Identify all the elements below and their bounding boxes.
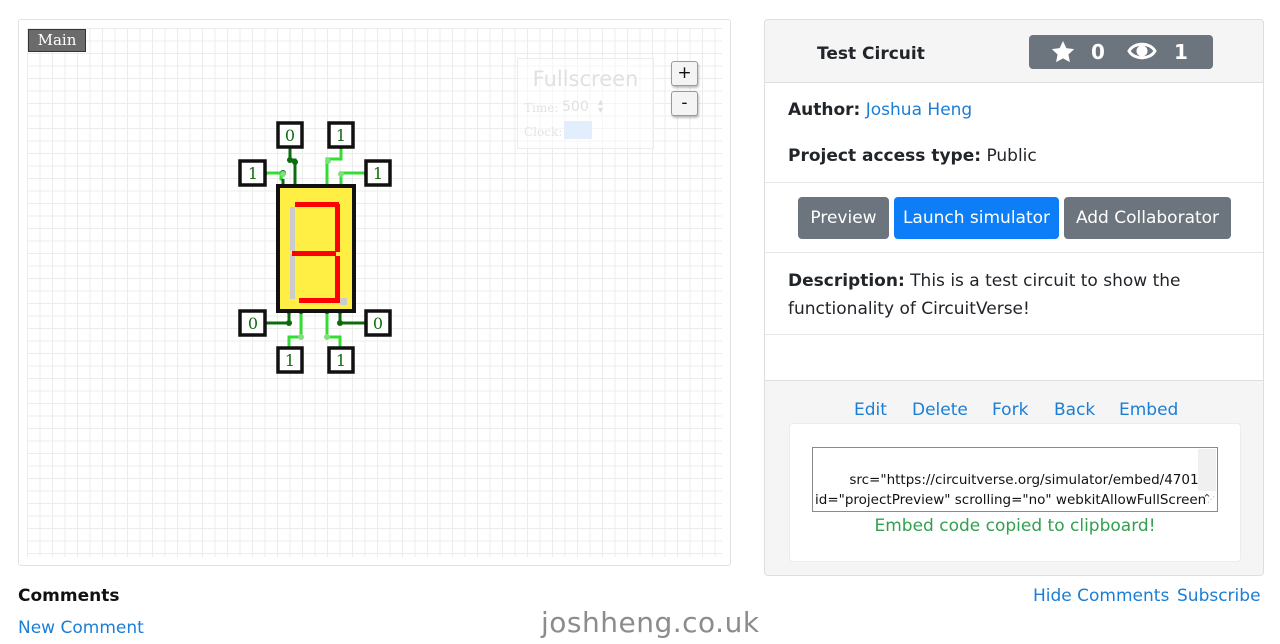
circuit-diagram: 0 1 1 1 0 0 1 1 <box>238 121 392 374</box>
segment-c <box>335 256 340 302</box>
embed-link[interactable]: Embed <box>1119 400 1178 420</box>
resize-grip-icon[interactable]: ⋰ <box>1207 490 1215 510</box>
wire <box>325 146 343 186</box>
input-value: 1 <box>248 164 258 183</box>
new-comment-link[interactable]: New Comment <box>18 618 144 638</box>
launch-simulator-button[interactable]: Launch simulator <box>894 197 1059 239</box>
subscribe-link[interactable]: Subscribe <box>1177 586 1261 606</box>
author-link[interactable]: Joshua Heng <box>866 100 972 120</box>
segment-e <box>290 254 295 299</box>
wire-node <box>325 158 331 164</box>
project-stats-badge: 0 1 <box>1029 35 1213 69</box>
input-value: 1 <box>336 351 346 370</box>
wire-node <box>324 334 330 340</box>
project-buttons: Preview Launch simulator Add Collaborato… <box>765 183 1263 253</box>
add-collaborator-button[interactable]: Add Collaborator <box>1064 197 1231 239</box>
watermark: joshheng.co.uk <box>541 606 760 639</box>
segment-f <box>290 207 295 251</box>
hide-comments-link[interactable]: Hide Comments <box>1033 586 1169 606</box>
author-label: Author: <box>788 100 861 120</box>
project-footer: Edit Delete Fork Back Embed src="https:/… <box>765 382 1263 575</box>
wire-node <box>337 320 343 326</box>
input-value: 0 <box>248 314 258 333</box>
tags-section <box>765 335 1263 381</box>
textarea-scrollbar[interactable]: ⌃ ⌄ <box>1198 449 1216 505</box>
author-line: Author: Joshua Heng <box>788 100 972 120</box>
segment-b <box>335 204 340 252</box>
input-value: 0 <box>285 126 295 145</box>
access-value: Public <box>986 146 1037 166</box>
segment-g <box>292 251 336 256</box>
wire-node <box>298 334 304 340</box>
project-details: Author: Joshua Heng Project access type:… <box>765 83 1263 381</box>
access-label: Project access type: <box>788 146 982 166</box>
embed-copied-message: Embed code copied to clipboard! <box>874 516 1156 536</box>
edit-link[interactable]: Edit <box>854 400 887 420</box>
simulator-preview-canvas[interactable]: Main Fullscreen Time: 500 ▴▾ Clock: + - <box>18 19 731 566</box>
fork-link[interactable]: Fork <box>992 400 1028 420</box>
input-value: 0 <box>373 314 383 333</box>
wire <box>288 146 297 186</box>
embed-code-text: src="https://circuitverse.org/simulator/… <box>815 472 1214 508</box>
comments-heading: Comments <box>18 586 120 606</box>
input-value: 1 <box>336 126 346 145</box>
segment-d <box>299 298 340 303</box>
star-count: 0 <box>1091 40 1105 64</box>
back-link[interactable]: Back <box>1054 400 1095 420</box>
preview-button[interactable]: Preview <box>798 197 889 239</box>
star-icon[interactable] <box>1049 39 1077 70</box>
description-section: Description: This is a test circuit to s… <box>765 253 1263 335</box>
segment-a <box>295 202 339 207</box>
wire-node <box>338 171 344 177</box>
project-header: Test Circuit 0 1 <box>765 20 1263 83</box>
view-count: 1 <box>1174 40 1188 64</box>
eye-icon <box>1127 40 1157 67</box>
project-info-card: Test Circuit 0 1 Author: Joshua Heng Pro… <box>764 19 1264 576</box>
description-label: Description: <box>788 271 905 291</box>
embed-code-textarea[interactable]: src="https://circuitverse.org/simulator/… <box>812 447 1218 512</box>
segment-dp <box>340 298 347 305</box>
input-value: 1 <box>373 164 383 183</box>
input-value: 1 <box>285 351 295 370</box>
delete-link[interactable]: Delete <box>912 400 968 420</box>
embed-panel: src="https://circuitverse.org/simulator/… <box>789 423 1241 562</box>
wire-node <box>280 171 286 177</box>
wire-node <box>292 159 298 165</box>
wire-node <box>286 320 292 326</box>
project-title: Test Circuit <box>817 44 925 64</box>
wires-top <box>259 143 376 186</box>
access-line: Project access type: Public <box>788 146 1037 166</box>
description: Description: This is a test circuit to s… <box>788 267 1228 323</box>
project-meta: Author: Joshua Heng Project access type:… <box>765 83 1263 183</box>
